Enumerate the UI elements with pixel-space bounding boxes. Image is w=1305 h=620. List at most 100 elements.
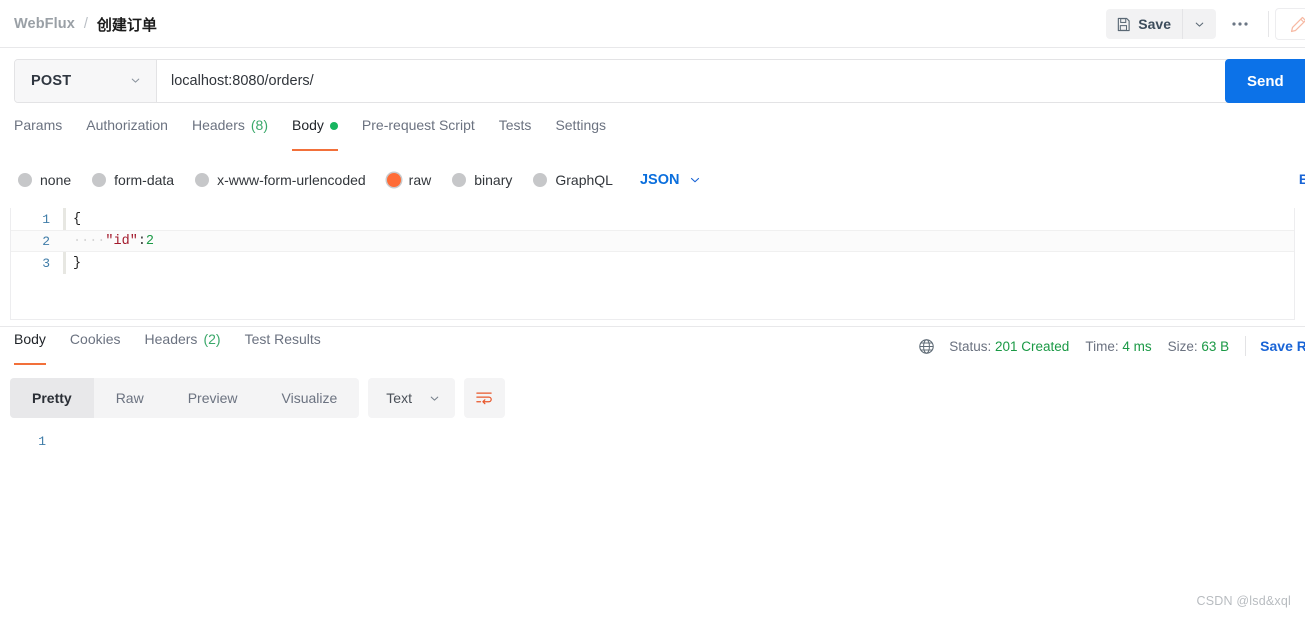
tab-label: Settings	[555, 117, 607, 133]
body-type-none[interactable]: none	[18, 172, 71, 188]
request-body-editor[interactable]: 1 { 2 ····"id":2 3 }	[10, 208, 1295, 320]
send-button-label: Send	[1247, 72, 1284, 90]
body-format-label: JSON	[639, 172, 680, 188]
body-type-binary[interactable]: binary	[452, 172, 512, 188]
body-type-form-data[interactable]: form-data	[92, 172, 174, 188]
save-response-button[interactable]: Save Resp	[1260, 338, 1305, 354]
response-viewer-toolbar: Pretty Raw Preview Visualize Text	[10, 378, 505, 418]
tab-pre-request-script[interactable]: Pre-request Script	[350, 117, 487, 151]
request-tabs: Params Authorization Headers (8) Body Pr…	[0, 117, 1305, 153]
json-value: 2	[145, 233, 155, 249]
toolbar-divider	[1268, 11, 1269, 37]
topbar-divider	[0, 47, 1305, 48]
tab-label: Body	[292, 117, 324, 133]
response-line: 1	[0, 430, 1305, 452]
chevron-down-icon	[688, 173, 702, 187]
line-content: }	[66, 256, 81, 271]
radio-icon	[533, 173, 548, 187]
top-bar-actions: Save	[1106, 0, 1305, 48]
response-tab-cookies[interactable]: Cookies	[58, 331, 133, 365]
radio-selected-icon	[386, 173, 401, 187]
json-brace: }	[73, 255, 82, 271]
body-type-label: form-data	[114, 172, 175, 188]
request-url-input[interactable]	[157, 59, 1235, 102]
response-format-select[interactable]: Text	[368, 378, 455, 418]
tab-params[interactable]: Params	[14, 117, 74, 151]
response-status-bar: Status: 201 Created Time: 4 ms Size: 63 …	[918, 336, 1305, 356]
top-bar: WebFlux / 创建订单 Save	[0, 0, 1305, 48]
send-button[interactable]: Send	[1225, 59, 1305, 103]
save-options-button[interactable]	[1182, 9, 1216, 39]
tab-label: Authorization	[86, 117, 168, 133]
response-tab-body[interactable]: Body	[14, 331, 58, 365]
body-type-label: binary	[474, 172, 513, 188]
breadcrumb: WebFlux / 创建订单	[14, 14, 157, 35]
time-value: 4 ms	[1122, 338, 1152, 354]
radio-icon	[92, 173, 107, 187]
pencil-icon	[1289, 15, 1305, 34]
tab-count: (8)	[250, 117, 268, 133]
editor-line: 3 }	[11, 252, 1294, 274]
tab-authorization[interactable]: Authorization	[74, 117, 180, 151]
view-mode-pretty[interactable]: Pretty	[10, 378, 94, 418]
json-brace: {	[73, 211, 82, 227]
word-wrap-icon	[475, 390, 493, 406]
tab-body[interactable]: Body	[280, 117, 350, 151]
response-body-viewer[interactable]: 1	[0, 430, 1305, 620]
breadcrumb-collection[interactable]: WebFlux	[14, 16, 75, 32]
size-label: Size:	[1167, 338, 1198, 354]
save-button[interactable]: Save	[1106, 9, 1182, 39]
response-format-label: Text	[386, 390, 412, 406]
radio-icon	[18, 173, 32, 187]
edit-request-button[interactable]	[1275, 8, 1305, 40]
line-number: 2	[42, 233, 50, 249]
http-method-select[interactable]: POST	[15, 59, 157, 102]
floppy-disk-icon	[1116, 17, 1131, 32]
response-time: Time: 4 ms	[1085, 339, 1151, 354]
tab-label: Cookies	[69, 331, 121, 347]
size-value: 63 B	[1201, 338, 1230, 354]
response-view-modes: Pretty Raw Preview Visualize	[10, 378, 360, 418]
response-tab-test-results[interactable]: Test Results	[233, 331, 333, 365]
beautify-button[interactable]: B	[1299, 171, 1305, 187]
tab-label: Test Results	[244, 331, 321, 347]
request-url-bar: POST Send	[0, 49, 1305, 112]
save-button-group: Save	[1106, 9, 1216, 39]
breadcrumb-separator: /	[83, 16, 88, 32]
body-format-select[interactable]: JSON	[640, 172, 703, 188]
json-colon: :	[137, 233, 146, 249]
body-type-label: raw	[408, 172, 432, 188]
tab-tests[interactable]: Tests	[487, 117, 544, 151]
view-mode-preview[interactable]: Preview	[166, 378, 260, 418]
http-method-value: POST	[31, 72, 72, 89]
view-mode-raw[interactable]: Raw	[94, 378, 166, 418]
body-type-label: x-www-form-urlencoded	[217, 172, 366, 188]
globe-icon[interactable]	[918, 338, 935, 355]
body-type-label: GraphQL	[555, 172, 613, 188]
more-options-button[interactable]	[1218, 9, 1262, 39]
status-divider	[1245, 336, 1247, 356]
editor-line: 1 {	[11, 208, 1294, 230]
tab-headers[interactable]: Headers (8)	[180, 117, 280, 151]
body-modified-dot-icon	[329, 122, 338, 130]
tab-label: Pre-request Script	[361, 117, 475, 133]
body-type-x-www-form-urlencoded[interactable]: x-www-form-urlencoded	[195, 172, 366, 188]
ellipsis-icon	[1230, 20, 1250, 28]
word-wrap-button[interactable]	[463, 378, 505, 418]
line-number: 3	[42, 255, 50, 271]
line-number: 1	[38, 433, 46, 449]
postman-window: WebFlux / 创建订单 Save POST localhost:8080/…	[0, 0, 1305, 620]
chevron-down-icon	[129, 74, 142, 87]
view-mode-visualize[interactable]: Visualize	[260, 378, 360, 418]
chevron-down-icon	[1193, 18, 1206, 31]
breadcrumb-request-name[interactable]: 创建订单	[97, 14, 157, 35]
body-type-graphql[interactable]: GraphQL	[533, 172, 613, 188]
response-tab-headers[interactable]: Headers (2)	[133, 331, 233, 365]
tab-settings[interactable]: Settings	[543, 117, 618, 151]
status-label: Status:	[949, 338, 992, 354]
body-type-label: none	[40, 172, 72, 188]
line-number: 1	[42, 211, 50, 227]
status-value: 201 Created	[995, 338, 1070, 354]
body-type-raw[interactable]: raw	[386, 172, 432, 188]
time-label: Time:	[1085, 338, 1119, 354]
